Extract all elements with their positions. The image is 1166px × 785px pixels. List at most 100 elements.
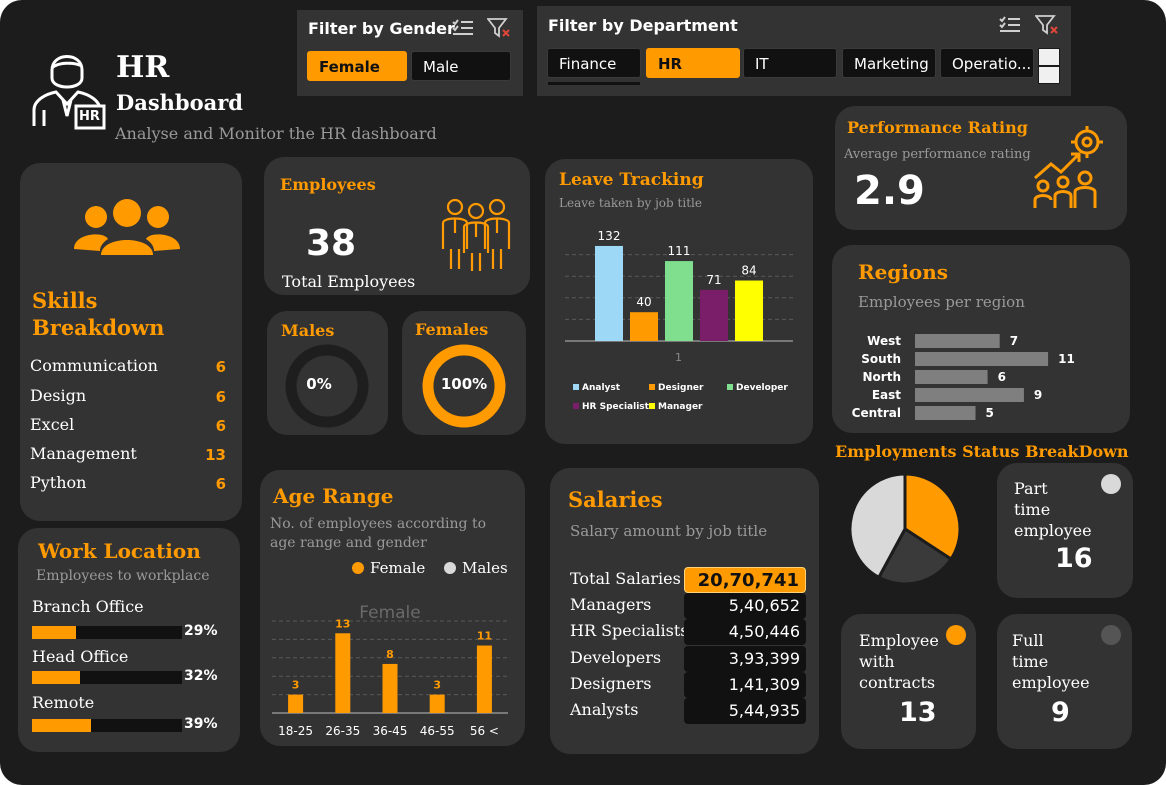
department-option-operations[interactable]: Operatio... — [940, 48, 1034, 78]
salary-label: Managers — [570, 595, 652, 614]
skill-count: 6 — [215, 475, 226, 493]
location-bar-track — [32, 626, 182, 639]
employees-value: 38 — [306, 223, 357, 264]
group-users-icon — [74, 197, 180, 261]
region-label: North — [863, 370, 901, 384]
employment-status-pie — [848, 472, 962, 586]
salary-row: Managers 5,40,652 — [570, 593, 810, 619]
salary-label: Total Salaries — [570, 569, 681, 588]
age-data-label: 8 — [386, 648, 394, 661]
leave-data-label: 111 — [668, 244, 691, 258]
location-name: Branch Office — [32, 597, 144, 616]
multi-select-icon[interactable] — [999, 15, 1021, 39]
region-label: West — [867, 334, 901, 348]
scroll-up-button[interactable] — [1039, 49, 1059, 65]
location-bar-fill — [32, 671, 80, 684]
legend-item-designer: Designer — [649, 383, 703, 393]
age-bar — [335, 633, 351, 713]
skill-row: Management 13 — [30, 444, 226, 468]
scroll-down-button[interactable] — [1039, 67, 1059, 83]
location-name: Head Office — [32, 647, 129, 666]
leave-data-label: 71 — [706, 273, 721, 287]
salary-value: 20,70,741 — [684, 567, 806, 593]
location-bar-fill — [32, 719, 91, 732]
gender-slicer-title: Filter by Gender — [308, 19, 455, 38]
females-title: Females — [415, 320, 489, 339]
salary-row: Developers 3,93,399 — [570, 646, 810, 672]
department-option-marketing[interactable]: Marketing — [842, 48, 936, 78]
skill-name: Design — [30, 386, 87, 405]
leave-card: Leave Tracking Leave taken by job title … — [545, 159, 813, 444]
department-option-it[interactable]: IT — [743, 48, 837, 78]
skills-title: Skills Breakdown — [32, 287, 164, 341]
location-pct: 32% — [184, 668, 218, 684]
slicer-scrollbar[interactable] — [1038, 48, 1060, 84]
contracts-card: Employee with contracts 13 — [841, 614, 976, 749]
department-option-finance[interactable]: Finance — [547, 48, 641, 78]
growth-target-icon — [1029, 124, 1109, 216]
region-label: South — [861, 352, 901, 366]
region-bar — [915, 334, 1000, 348]
salary-row: HR Specialists 4,50,446 — [570, 619, 810, 645]
work-location-list: Branch Office 29% Head Office 32% Remote… — [32, 596, 232, 746]
skill-name: Excel — [30, 415, 75, 434]
leave-x-tick: 1 — [675, 351, 682, 364]
skill-row: Excel 6 — [30, 415, 226, 439]
employees-label: Total Employees — [282, 272, 416, 291]
salary-value: 1,41,309 — [684, 672, 806, 698]
performance-value: 2.9 — [854, 168, 925, 214]
performance-subtitle: Average performance rating — [844, 147, 1031, 162]
department-option-hr[interactable]: HR — [646, 48, 740, 78]
region-value: 5 — [986, 406, 994, 420]
location-bar-fill — [32, 626, 76, 639]
location-pct: 39% — [184, 716, 218, 732]
employment-status-title: Employments Status BreakDown — [835, 442, 1129, 461]
salary-label: Developers — [570, 648, 662, 667]
regions-card: Regions Employees per region West 7 South 1… — [832, 245, 1130, 433]
contracts-label: Employee with contracts — [859, 631, 939, 692]
age-tick-label: 56 < — [470, 724, 499, 738]
clear-filter-icon[interactable] — [1034, 14, 1059, 40]
logo-badge-text: HR — [79, 109, 100, 124]
age-data-label: 3 — [433, 679, 441, 692]
legend-item-manager: Manager — [649, 402, 703, 412]
gender-option-male[interactable]: Male — [411, 51, 511, 81]
leave-bar-developer — [665, 261, 693, 341]
performance-card: Performance Rating Average performance r… — [835, 106, 1127, 230]
contracts-dot-icon — [946, 625, 966, 645]
age-bar — [429, 694, 445, 713]
employees-card: Employees 38 Total Employees — [264, 157, 530, 295]
gender-option-female[interactable]: Female — [307, 51, 407, 81]
age-chart: Female 3 18-25 13 26-35 8 36-45 3 46-55 11 56 < — [272, 603, 508, 738]
work-location-subtitle: Employees to workplace — [36, 568, 210, 584]
leave-data-label: 40 — [636, 295, 651, 309]
leave-bar-hr-specialist — [700, 289, 728, 341]
skills-title-line1: Skills — [32, 288, 98, 313]
leave-bar-manager — [735, 280, 763, 341]
region-label: Central — [852, 406, 901, 420]
skill-count: 6 — [215, 388, 226, 406]
department-slicer-title: Filter by Department — [548, 16, 738, 35]
clear-filter-icon[interactable] — [486, 17, 511, 43]
performance-title: Performance Rating — [847, 118, 1028, 137]
age-data-label: 11 — [477, 630, 492, 643]
work-location-card: Work Location Employees to workplace Bra… — [18, 528, 240, 752]
age-range-card: Age Range No. of employees according to … — [260, 470, 525, 746]
region-bar — [915, 370, 988, 384]
salaries-card: Salaries Salary amount by job title Tota… — [550, 468, 819, 754]
region-bar — [915, 388, 1024, 402]
age-bar — [382, 663, 398, 713]
location-bar-track — [32, 671, 182, 684]
full-time-label: Full time employee — [1012, 631, 1090, 692]
skill-count: 6 — [215, 417, 226, 435]
region-bar — [915, 406, 976, 420]
skill-row: Communication 6 — [30, 356, 226, 380]
salary-row: Total Salaries 20,70,741 — [570, 567, 810, 593]
multi-select-icon[interactable] — [452, 18, 474, 42]
salary-value: 3,93,399 — [684, 646, 806, 672]
males-card: Males 0% — [267, 311, 388, 435]
skills-list: Communication 6 Design 6 Excel 6 Management… — [30, 356, 226, 506]
males-title: Males — [281, 321, 335, 340]
age-bar — [476, 645, 492, 713]
age-bar — [288, 694, 304, 713]
